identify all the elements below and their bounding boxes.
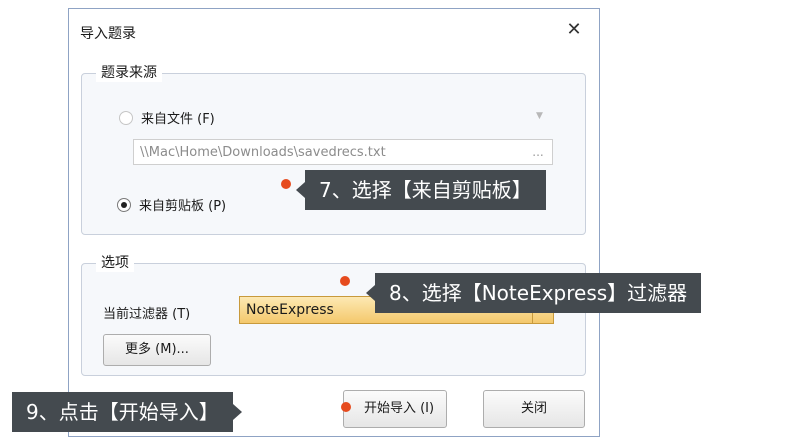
options-group-legend: 选项 [96,254,134,272]
from-file-radio-option[interactable]: 来自文件 (F) [119,108,215,127]
from-clipboard-label: 来自剪贴板 (P) [139,199,227,214]
step7-marker-dot [281,179,291,189]
from-clipboard-radio[interactable] [117,197,131,212]
chevron-down-icon: ▼ [536,111,543,121]
dialog-title: 导入题录 [80,26,136,42]
title-bar: 导入题录 ✕ [69,9,599,53]
from-clipboard-radio-option[interactable]: 来自剪贴板 (P) [117,195,226,214]
file-path-field[interactable] [133,139,553,165]
filter-label: 当前过滤器 (T) [103,307,191,322]
filter-select-value: NoteExpress [246,302,334,318]
start-import-label: 开始导入 (I) [363,401,435,416]
import-records-dialog: 导入题录 ✕ 题录来源 来自文件 (F) ▼ ... 来自剪贴板 (P) 选项 … [68,8,600,437]
step9-marker-dot [341,402,351,412]
browse-button[interactable]: ... [526,141,550,163]
start-import-button[interactable]: 开始导入 (I) [343,390,447,428]
more-button[interactable]: 更多 (M)... [103,334,211,366]
step8-callout: 8、选择【NoteExpress】过滤器 [365,273,702,313]
source-group-legend: 题录来源 [96,64,162,82]
close-button[interactable]: 关闭 [483,390,585,428]
from-file-radio[interactable] [119,110,133,125]
from-file-label: 来自文件 (F) [141,112,215,127]
step9-callout: 9、点击【开始导入】 [12,392,242,432]
step7-callout: 7、选择【来自剪贴板】 [296,170,546,210]
close-icon[interactable]: ✕ [559,17,589,43]
step8-marker-dot [340,276,350,286]
